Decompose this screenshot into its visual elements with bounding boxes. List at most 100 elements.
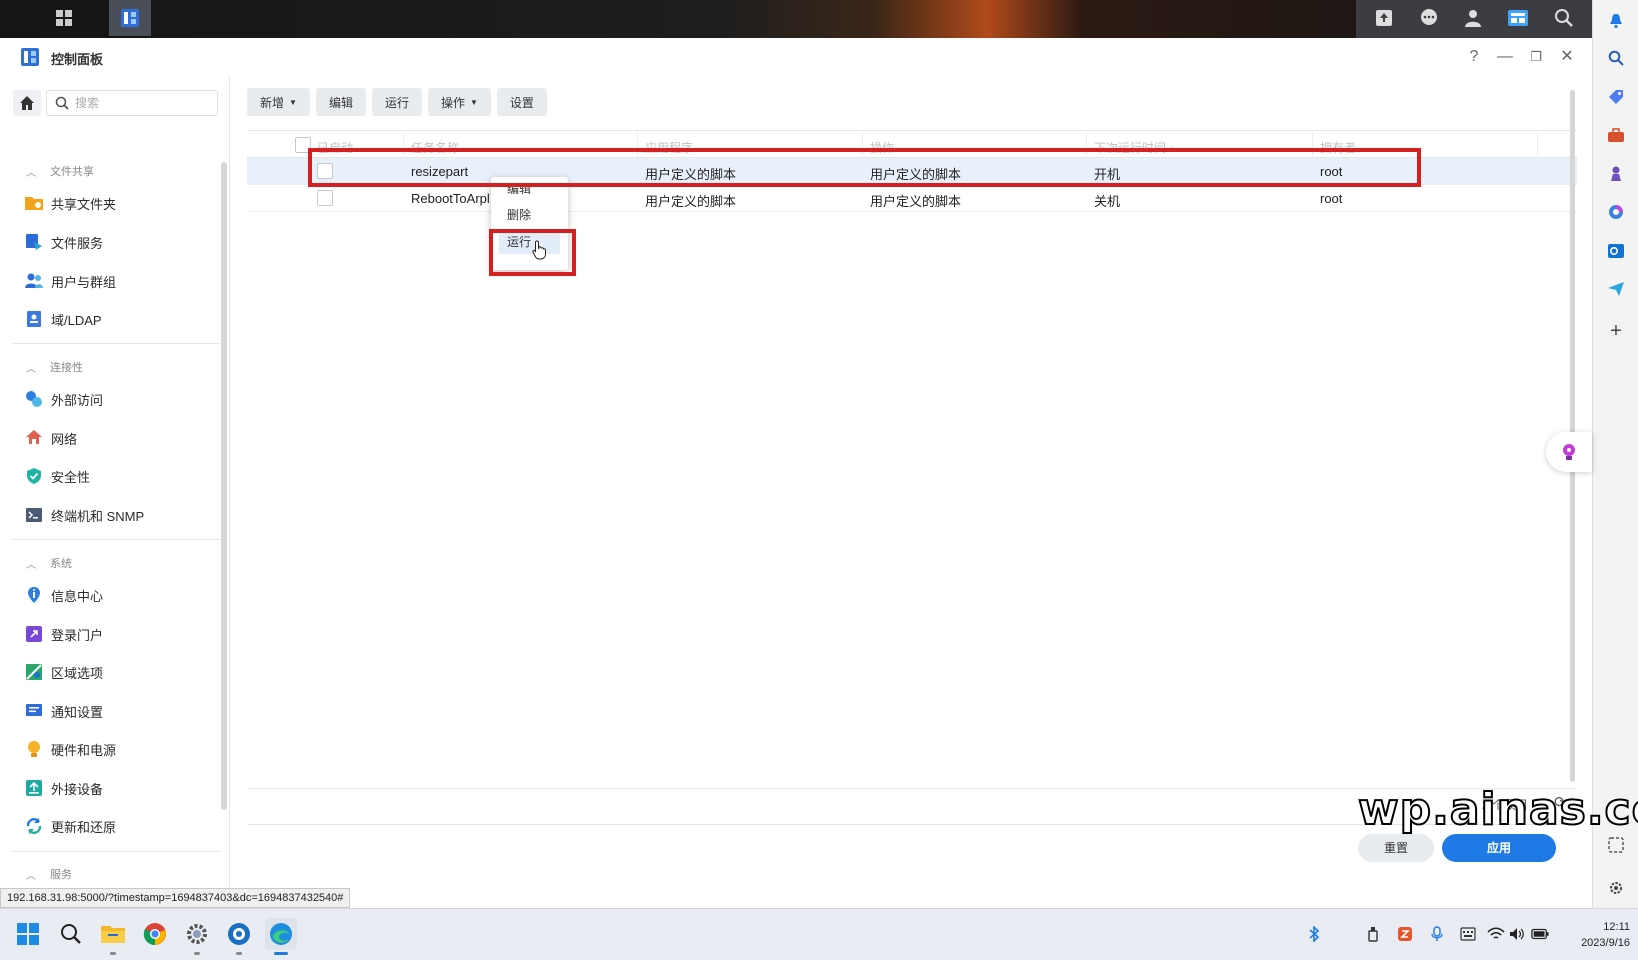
section-connectivity[interactable]: ︿ 连接性 <box>26 359 83 375</box>
section-services[interactable]: ︿ 服务 <box>26 866 72 882</box>
app-tray-icon[interactable] <box>1396 925 1414 943</box>
sidebar-item-domain-ldap[interactable]: 域/LDAP <box>24 306 102 332</box>
status-url: 192.168.31.98:5000/?timestamp=1694837403… <box>0 888 351 908</box>
search-icon[interactable] <box>1605 47 1627 69</box>
context-item-delete[interactable]: 删除 <box>499 203 560 227</box>
watermark: wp.ainas.cc <box>1357 783 1638 836</box>
external-access-icon <box>24 389 44 409</box>
run-button[interactable]: 运行 <box>371 88 422 116</box>
apply-button[interactable]: 应用 <box>1442 834 1556 862</box>
widgets-icon[interactable] <box>1507 8 1529 31</box>
window-titlebar[interactable]: 控制面板 ? — ❐ ✕ <box>0 38 1592 76</box>
sidebar-item-notification[interactable]: 通知设置 <box>24 698 103 724</box>
chrome-icon[interactable] <box>139 918 171 950</box>
edge-icon[interactable] <box>265 918 297 955</box>
sidebar-item-hardware-power[interactable]: 硬件和电源 <box>24 736 116 762</box>
sidebar-item-update-restore[interactable]: 更新和还原 <box>24 813 116 839</box>
upload-icon[interactable] <box>1374 8 1394 31</box>
sidebar-item-terminal-snmp[interactable]: 终端机和 SNMP <box>24 502 144 528</box>
close-button[interactable]: ✕ <box>1556 46 1578 68</box>
external-devices-icon <box>24 778 44 798</box>
m365-icon[interactable] <box>1605 201 1627 223</box>
sidebar-item-info-center[interactable]: 信息中心 <box>24 582 103 608</box>
wifi-icon[interactable] <box>1487 925 1505 943</box>
settings-button[interactable]: 设置 <box>496 88 547 116</box>
maximize-button[interactable]: ❐ <box>1525 46 1547 68</box>
section-file-sharing[interactable]: ︿ 文件共享 <box>26 163 94 179</box>
help-button[interactable]: ? <box>1463 46 1485 68</box>
control-panel-taskbar-button[interactable] <box>109 0 151 36</box>
task-toolbar: 新增 ▼ 编辑 运行 操作 ▼ 设置 <box>247 88 553 116</box>
sidebar-item-users-groups[interactable]: 用户与群组 <box>24 268 116 294</box>
sidebar-item-external-access[interactable]: 外部访问 <box>24 386 103 412</box>
settings-icon[interactable] <box>1605 877 1627 899</box>
minimize-button[interactable]: — <box>1494 46 1516 68</box>
microphone-icon[interactable] <box>1428 925 1446 943</box>
search-input[interactable] <box>75 96 195 110</box>
action-dropdown-button[interactable]: 操作 ▼ <box>427 88 491 116</box>
sidebar-item-regional-options[interactable]: 区域选项 <box>24 659 103 685</box>
section-system[interactable]: ︿ 系统 <box>26 555 72 571</box>
file-services-icon <box>24 232 44 252</box>
toolbox-icon[interactable] <box>1605 124 1627 146</box>
terminal-icon <box>24 505 44 525</box>
control-panel-window: 控制面板 ? — ❐ ✕ ︿文件共享 共享文件夹 文件服务 用户与群组 域/LD… <box>0 38 1638 908</box>
divider <box>12 343 220 344</box>
chat-icon[interactable] <box>1419 8 1439 31</box>
control-panel-icon <box>121 9 139 27</box>
home-button[interactable] <box>13 90 41 116</box>
regional-icon <box>24 662 44 682</box>
screenshot-icon[interactable] <box>1605 834 1627 856</box>
system-clock[interactable]: 12:11 2023/9/16 <box>1580 919 1630 951</box>
tag-icon[interactable] <box>1605 86 1627 108</box>
user-icon[interactable] <box>1463 8 1483 31</box>
users-icon <box>24 271 44 291</box>
sidebar-item-security[interactable]: 安全性 <box>24 463 90 489</box>
chevron-up-icon: ︿ <box>26 559 36 571</box>
chess-icon[interactable] <box>1605 163 1627 185</box>
search-icon[interactable] <box>55 918 87 950</box>
new-dropdown-button[interactable]: 新增 ▼ <box>247 88 310 116</box>
sidebar-item-login-portal[interactable]: 登录门户 <box>24 621 103 647</box>
send-icon[interactable] <box>1605 278 1627 300</box>
search-icon <box>55 96 69 110</box>
bell-icon[interactable] <box>1605 10 1627 32</box>
sidebar-item-file-services[interactable]: 文件服务 <box>24 229 103 255</box>
main-menu-button[interactable] <box>43 0 85 36</box>
home-icon <box>20 96 34 110</box>
domain-ldap-icon <box>24 309 44 329</box>
plus-icon[interactable]: + <box>1605 320 1627 342</box>
action-cell: 用户定义的脚本 <box>870 194 962 209</box>
divider <box>12 851 220 852</box>
sidebar-scrollbar[interactable] <box>221 162 227 810</box>
bluetooth-icon[interactable] <box>1305 925 1323 943</box>
search-icon[interactable] <box>1554 8 1574 31</box>
outlook-icon[interactable] <box>1605 240 1627 262</box>
row-highlight-box <box>308 148 1421 187</box>
apps-grid-icon <box>56 10 72 26</box>
sidebar: ︿文件共享 共享文件夹 文件服务 用户与群组 域/LDAP ︿连接性 外部访问 … <box>0 76 230 908</box>
floating-assistant-button[interactable] <box>1546 432 1592 472</box>
usb-icon[interactable] <box>1364 925 1382 943</box>
sidebar-item-network[interactable]: 网络 <box>24 425 77 451</box>
row-checkbox[interactable] <box>317 190 333 206</box>
app-icon[interactable] <box>223 918 255 955</box>
chevron-up-icon: ︿ <box>26 167 36 179</box>
sidebar-item-external-devices[interactable]: 外接设备 <box>24 775 103 801</box>
table-row[interactable]: RebootToArpl 用户定义的脚本 用户定义的脚本 关机 root <box>247 185 1577 212</box>
running-indicator <box>110 952 116 955</box>
dsm-taskbar <box>0 0 1592 38</box>
edit-button[interactable]: 编辑 <box>315 88 366 116</box>
reset-button[interactable]: 重置 <box>1358 834 1434 862</box>
application-cell: 用户定义的脚本 <box>645 194 737 209</box>
battery-icon[interactable] <box>1531 925 1549 943</box>
ime-icon[interactable] <box>1459 925 1477 943</box>
search-field[interactable] <box>46 90 218 116</box>
volume-icon[interactable] <box>1508 925 1526 943</box>
divider <box>12 539 220 540</box>
sidebar-item-shared-folder[interactable]: 共享文件夹 <box>24 190 116 216</box>
chevron-up-icon: ︿ <box>26 363 36 375</box>
windows-start-icon[interactable] <box>12 918 44 950</box>
file-explorer-icon[interactable] <box>97 918 129 955</box>
settings-icon[interactable] <box>181 918 213 955</box>
